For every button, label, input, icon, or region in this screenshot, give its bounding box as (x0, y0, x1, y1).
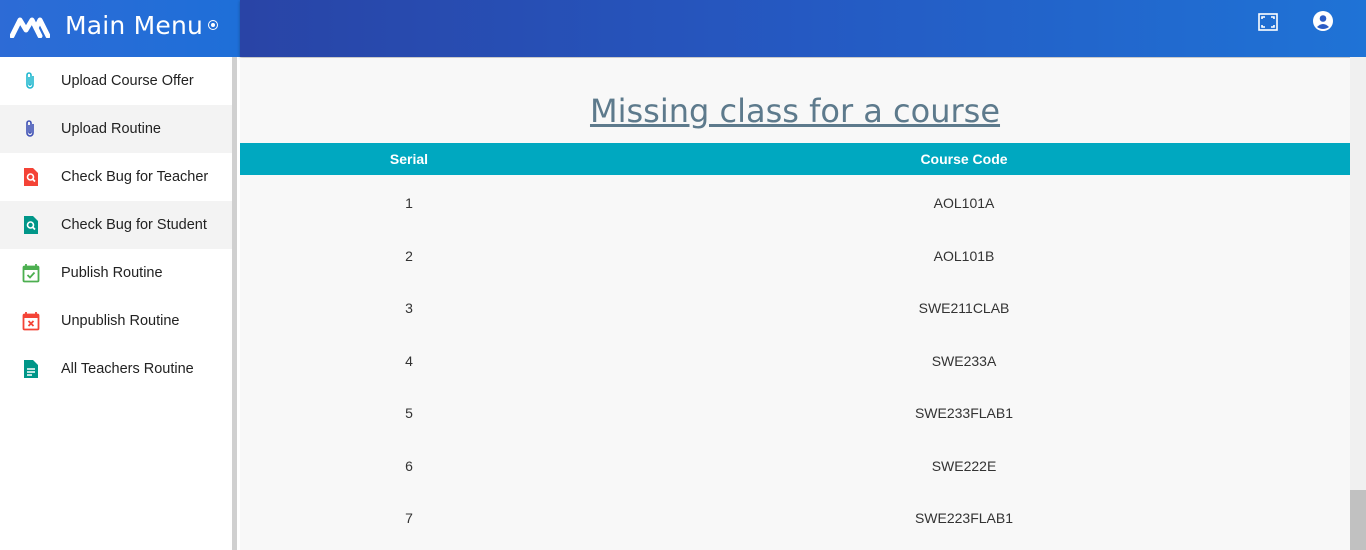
table-row: 7 SWE223FLAB1 (240, 490, 1350, 543)
course-code-cell: SWE222E (931, 457, 997, 474)
paperclip-icon (26, 120, 34, 137)
course-code-cell: SWE211CLAB (918, 300, 1010, 316)
sidebar-item-label: All Teachers Routine (61, 361, 194, 377)
logo-icon (10, 17, 50, 38)
course-code-cell: SWE233A (931, 352, 997, 369)
topbar (240, 0, 1366, 57)
sidebar-item-unpublish-routine[interactable]: Unpublish Routine (0, 297, 232, 345)
sidebar-item-label: Unpublish Routine (61, 313, 180, 329)
column-header-serial: Serial (389, 151, 429, 167)
sidebar-item-upload-course-offer[interactable]: Upload Course Offer (0, 57, 232, 105)
table-header: Serial Course Code (240, 143, 1350, 175)
sidebar-item-check-bug-teacher[interactable]: Check Bug for Teacher (0, 153, 232, 201)
sidebar-item-all-teachers-routine[interactable]: All Teachers Routine (0, 345, 232, 393)
sidebar: Main Menu Upload Course Offer Upload Rou… (0, 0, 240, 550)
calendar-remove-icon (22, 312, 40, 331)
file-search-icon (24, 168, 38, 186)
table-row: 5 SWE233FLAB1 (240, 385, 1350, 438)
course-code-cell: SWE223FLAB1 (914, 510, 1014, 526)
sidebar-toggle-icon[interactable] (208, 20, 218, 30)
table-row: 6 SWE222E (240, 438, 1350, 491)
sidebar-item-upload-routine[interactable]: Upload Routine (0, 105, 232, 153)
sidebar-item-label: Check Bug for Teacher (61, 169, 209, 185)
table-row: 3 SWE211CLAB (240, 280, 1350, 333)
fullscreen-icon[interactable] (1258, 13, 1278, 31)
serial-cell: 1 (405, 195, 413, 211)
sidebar-item-label: Check Bug for Student (61, 217, 207, 233)
table-body: 1 AOL101A 2 AOL101B 3 SWE211CLAB 4 SWE23… (240, 175, 1350, 543)
sidebar-brand: Main Menu (0, 0, 240, 57)
serial-cell: 5 (405, 405, 413, 421)
paperclip-icon (26, 72, 34, 89)
main-scrollbar[interactable] (1350, 57, 1366, 550)
calendar-check-icon (22, 264, 40, 283)
sidebar-item-check-bug-student[interactable]: Check Bug for Student (0, 201, 232, 249)
sidebar-item-label: Upload Routine (61, 121, 161, 137)
file-document-icon (24, 360, 38, 378)
scrollbar-thumb[interactable] (1350, 490, 1366, 550)
page-title: Missing class for a course (589, 92, 1001, 130)
serial-cell: 4 (405, 352, 413, 369)
sidebar-item-label: Publish Routine (61, 265, 163, 281)
sidebar-item-label: Upload Course Offer (61, 73, 194, 89)
table-row: 2 AOL101B (240, 228, 1350, 281)
course-code-cell: AOL101B (933, 247, 995, 264)
account-icon[interactable] (1313, 11, 1333, 31)
sidebar-item-publish-routine[interactable]: Publish Routine (0, 249, 232, 297)
course-code-cell: AOL101A (933, 195, 995, 211)
file-search-icon (24, 216, 38, 234)
main-content: Missing class for a course Serial Course… (240, 58, 1350, 550)
course-code-cell: SWE233FLAB1 (914, 405, 1014, 421)
column-header-course-code: Course Code (920, 151, 1008, 167)
serial-cell: 7 (405, 510, 413, 526)
sidebar-menu: Upload Course Offer Upload Routine Check… (0, 57, 232, 393)
serial-cell: 2 (405, 247, 413, 264)
table-row: 4 SWE233A (240, 333, 1350, 386)
serial-cell: 6 (405, 457, 413, 474)
sidebar-scrollbar[interactable] (232, 57, 237, 550)
table-row: 1 AOL101A (240, 175, 1350, 228)
serial-cell: 3 (405, 300, 413, 316)
app-title: Main Menu (65, 11, 204, 40)
